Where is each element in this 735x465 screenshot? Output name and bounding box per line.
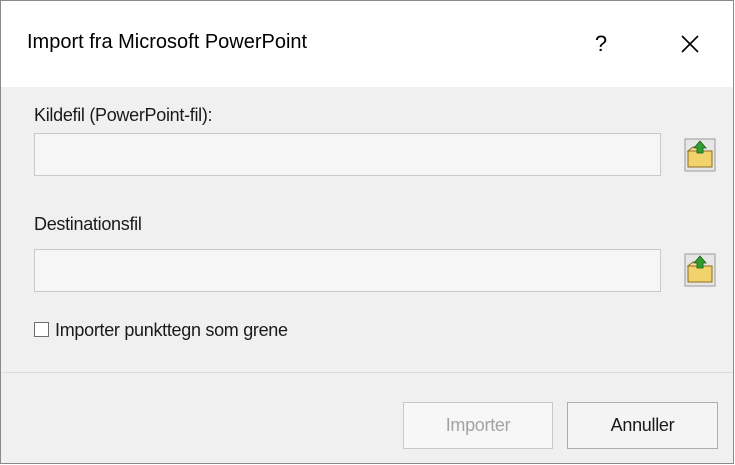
source-browse-button[interactable] bbox=[684, 138, 716, 172]
help-button[interactable]: ? bbox=[579, 25, 623, 63]
import-button[interactable]: Importer bbox=[403, 402, 553, 449]
close-button[interactable] bbox=[667, 23, 713, 65]
source-file-input[interactable] bbox=[34, 133, 661, 176]
dialog-content: Kildefil (PowerPoint-fil): Destinationsf… bbox=[1, 87, 733, 372]
folder-open-icon bbox=[684, 253, 716, 287]
import-bullets-checkbox[interactable] bbox=[34, 322, 49, 337]
dialog-title: Import fra Microsoft PowerPoint bbox=[27, 31, 308, 53]
import-powerpoint-dialog: Import fra Microsoft PowerPoint ? Kildef… bbox=[0, 0, 734, 464]
close-icon bbox=[681, 35, 699, 53]
folder-open-icon bbox=[684, 138, 716, 172]
cancel-button[interactable]: Annuller bbox=[567, 402, 718, 449]
destination-file-label: Destinationsfil bbox=[34, 214, 142, 234]
import-bullets-label: Importer punkttegn som grene bbox=[55, 320, 288, 340]
source-file-label: Kildefil (PowerPoint-fil): bbox=[34, 105, 213, 125]
destination-browse-button[interactable] bbox=[684, 253, 716, 287]
dialog-titlebar[interactable]: Import fra Microsoft PowerPoint ? bbox=[1, 1, 733, 87]
destination-file-input[interactable] bbox=[34, 249, 661, 292]
